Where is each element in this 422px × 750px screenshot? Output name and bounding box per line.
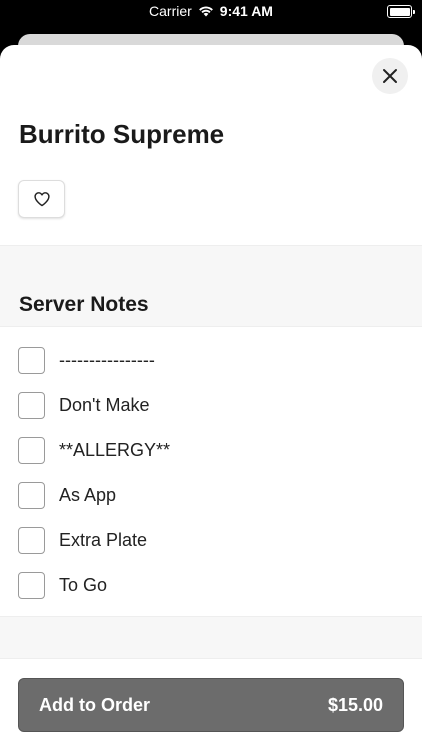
section-header: Server Notes xyxy=(0,245,422,327)
close-icon xyxy=(383,69,397,83)
option-label: Don't Make xyxy=(59,394,150,415)
checkbox[interactable] xyxy=(18,571,45,599)
battery-nub xyxy=(413,9,415,14)
favorite-button[interactable] xyxy=(18,180,65,218)
section-title: Server Notes xyxy=(19,293,149,316)
close-button[interactable] xyxy=(372,58,408,94)
checkbox[interactable] xyxy=(18,481,45,509)
option-to-go[interactable]: To Go xyxy=(18,571,107,599)
wifi-icon xyxy=(198,6,213,17)
option-label: **ALLERGY** xyxy=(59,439,171,460)
option-separator[interactable]: ---------------- xyxy=(18,346,155,374)
checkbox[interactable] xyxy=(18,391,45,419)
checkbox[interactable] xyxy=(18,526,45,554)
status-bar: Carrier 9:41 AM xyxy=(0,0,422,26)
battery-fill xyxy=(389,7,410,16)
option-extra-plate[interactable]: Extra Plate xyxy=(18,526,147,554)
option-as-app[interactable]: As App xyxy=(18,481,116,509)
add-to-order-label: Add to Order xyxy=(39,694,150,715)
item-title: Burrito Supreme xyxy=(19,119,225,149)
option-dont-make[interactable]: Don't Make xyxy=(18,391,149,419)
option-label: As App xyxy=(59,484,117,505)
status-center: Carrier 9:41 AM xyxy=(0,3,422,19)
price-label: $15.00 xyxy=(327,694,383,715)
option-allergy[interactable]: **ALLERGY** xyxy=(18,436,170,464)
add-to-order-button[interactable]: Add to Order $15.00 xyxy=(18,678,404,732)
option-label: Extra Plate xyxy=(59,529,148,550)
section-footer-band xyxy=(0,616,422,659)
option-label: To Go xyxy=(59,574,108,595)
carrier-label: Carrier xyxy=(149,3,192,19)
heart-icon xyxy=(33,192,50,207)
checkbox[interactable] xyxy=(18,436,45,464)
time-label: 9:41 AM xyxy=(219,3,273,19)
checkbox[interactable] xyxy=(18,346,45,374)
battery-icon xyxy=(387,5,415,18)
option-label: ---------------- xyxy=(59,349,155,370)
item-sheet: Burrito Supreme Server Notes -----------… xyxy=(0,45,422,750)
